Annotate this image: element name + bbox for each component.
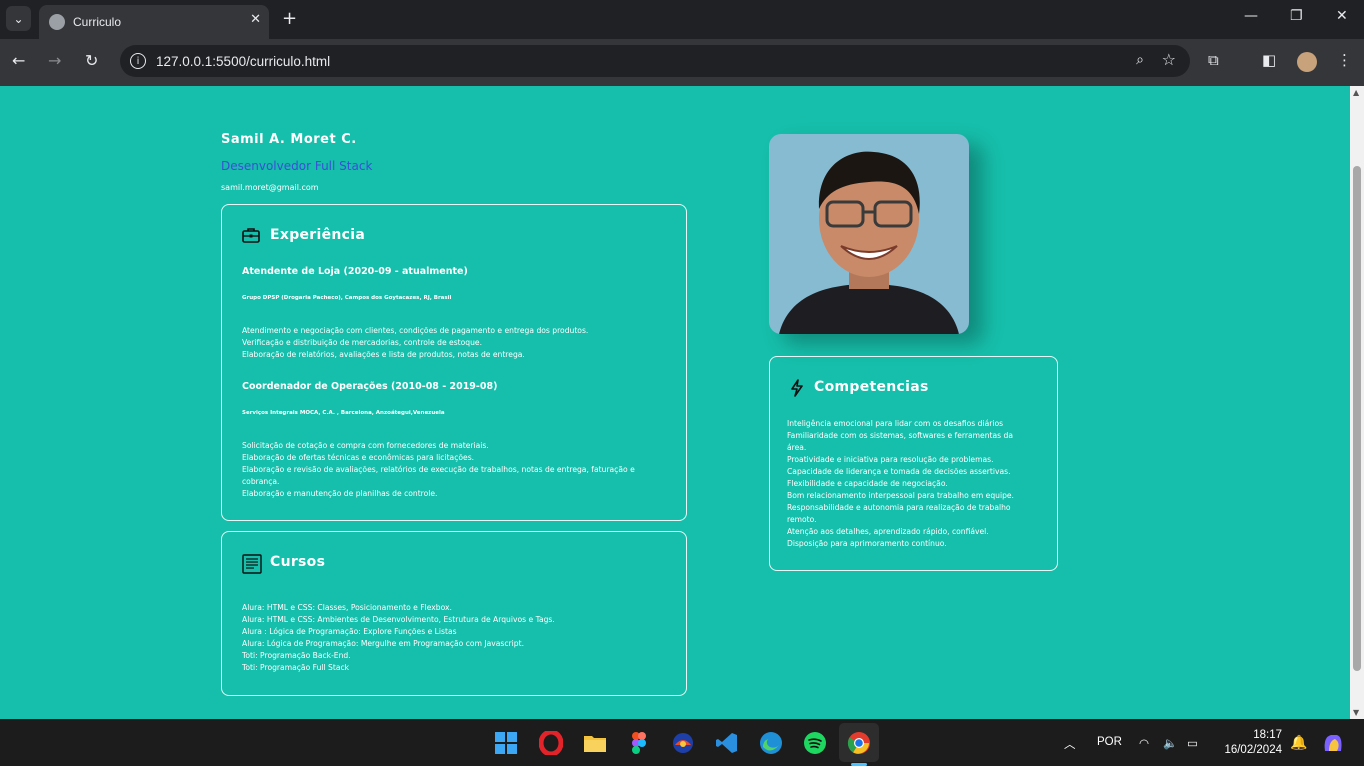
forward-button[interactable]: → (48, 51, 61, 70)
skill-item: área. (787, 443, 807, 452)
job-description: Atendimento e negociação com clientes, c… (242, 325, 588, 361)
course-item: Alura : Lógica de Programação: Explore F… (242, 627, 457, 636)
job-line: Elaboração de ofertas técnicas e econômi… (242, 453, 475, 462)
job-line: cobrança. (242, 477, 280, 486)
page-scrollbar[interactable]: ▲ ▼ (1350, 86, 1364, 719)
menu-kebab-icon[interactable]: ⋮ (1337, 51, 1352, 69)
spotify-icon[interactable] (803, 731, 827, 755)
copilot-icon[interactable] (1321, 731, 1345, 755)
skill-item: Inteligência emocional para lidar com os… (787, 419, 1004, 428)
tab-title: Curriculo (73, 15, 122, 29)
clock-time: 18:17 (1253, 729, 1282, 741)
course-item: Alura: HTML e CSS: Ambientes de Desenvol… (242, 615, 555, 624)
job-line: Elaboração e revisão de avaliações, rela… (242, 465, 635, 474)
courses-card: Cursos Alura: HTML e CSS: Classes, Posic… (221, 531, 687, 696)
job-title: Atendente de Loja (2020-09 - atualmente) (242, 266, 468, 277)
job-company: Grupo DPSP (Drogaria Pacheco), Campos do… (242, 295, 452, 301)
skill-item: Capacidade de liderança e tomada de deci… (787, 467, 1011, 476)
skills-heading: Competencias (814, 379, 929, 395)
job-line: Elaboração de relatórios, avaliações e l… (242, 350, 525, 359)
profile-role: Desenvolvedor Full Stack (221, 159, 373, 173)
wifi-icon[interactable]: ◠ (1139, 736, 1149, 750)
close-tab-icon[interactable]: ✕ (250, 12, 261, 27)
job-description: Solicitação de cotação e compra com forn… (242, 440, 635, 500)
profile-name: Samil A. Moret C. (221, 132, 357, 147)
restore-button[interactable]: ❐ (1290, 8, 1303, 24)
app-icon[interactable] (671, 731, 695, 755)
edge-icon[interactable] (759, 731, 783, 755)
tab-search-button[interactable]: ⌄ (6, 6, 31, 31)
lightning-icon (791, 379, 803, 397)
notification-bell-icon[interactable]: 🔔 (1290, 734, 1307, 751)
scrollbar-thumb[interactable] (1353, 166, 1361, 671)
back-button[interactable]: ← (12, 51, 25, 70)
profile-photo (769, 134, 969, 334)
profile-avatar[interactable] (1297, 52, 1317, 72)
course-item: Toti: Programação Full Stack (242, 663, 350, 672)
battery-icon[interactable]: ▭ (1187, 736, 1198, 750)
figma-icon[interactable] (627, 731, 651, 755)
skill-item: remoto. (787, 515, 817, 524)
courses-list: Alura: HTML e CSS: Classes, Posicionamen… (242, 602, 555, 674)
chevron-up-icon[interactable]: ︿ (1064, 736, 1076, 752)
skill-item: Atenção aos detalhes, aprendizado rápido… (787, 527, 989, 536)
skills-list: Inteligência emocional para lidar com os… (787, 418, 1014, 550)
scroll-down-icon[interactable]: ▼ (1353, 708, 1359, 717)
course-item: Toti: Programação Back-End. (242, 651, 351, 660)
briefcase-icon (242, 228, 260, 243)
certificate-icon (242, 554, 262, 574)
windows-taskbar: ︿ POR ◠ 🔈 ▭ 18:17 16/02/2024 🔔 (0, 719, 1364, 766)
skill-item: Bom relacionamento interpessoal para tra… (787, 491, 1014, 500)
profile-email: samil.moret@gmail.com (221, 183, 319, 192)
course-item: Alura: HTML e CSS: Classes, Posicionamen… (242, 603, 452, 612)
job-company: Serviços Integrais MOCA, C.A. , Barcelon… (242, 410, 445, 416)
zoom-icon[interactable]: ⌕ (1136, 52, 1144, 68)
windows-start-icon[interactable] (494, 731, 518, 755)
tab-curriculo[interactable]: Curriculo ✕ (39, 5, 269, 39)
new-tab-button[interactable]: + (282, 8, 297, 29)
extensions-icon[interactable]: ⧉ (1208, 51, 1219, 69)
chrome-icon[interactable] (847, 731, 871, 755)
clock-date: 16/02/2024 (1224, 744, 1282, 756)
course-item: Alura: Lógica de Programação: Mergulhe e… (242, 639, 524, 648)
skills-card: Competencias Inteligência emocional para… (769, 356, 1058, 571)
volume-icon[interactable]: 🔈 (1163, 736, 1177, 750)
file-explorer-icon[interactable] (583, 731, 607, 755)
skill-item: Familiaridade com os sistemas, softwares… (787, 431, 1014, 440)
opera-icon[interactable] (539, 731, 563, 755)
bookmark-star-icon[interactable]: ☆ (1162, 50, 1176, 69)
scroll-up-icon[interactable]: ▲ (1353, 88, 1359, 97)
job-line: Atendimento e negociação com clientes, c… (242, 326, 589, 335)
vscode-icon[interactable] (715, 731, 739, 755)
address-bar[interactable]: i 127.0.0.1:5500/curriculo.html ⌕ ☆ (120, 45, 1190, 77)
portrait-image (779, 151, 959, 334)
courses-heading: Cursos (270, 554, 326, 570)
page-viewport: Samil A. Moret C. Desenvolvedor Full Sta… (0, 86, 1350, 719)
side-panel-icon[interactable]: ◧ (1262, 51, 1276, 69)
skill-item: Responsabilidade e autonomia para realiz… (787, 503, 1011, 512)
experience-heading: Experiência (270, 227, 366, 243)
skill-item: Proatividade e iniciativa para resolução… (787, 455, 994, 464)
system-clock[interactable]: 18:17 16/02/2024 (1218, 728, 1282, 758)
minimize-button[interactable]: — (1244, 8, 1258, 24)
job-line: Elaboração e manutenção de planilhas de … (242, 489, 438, 498)
experience-card: Experiência Atendente de Loja (2020-09 -… (221, 204, 687, 521)
close-window-button[interactable]: ✕ (1336, 8, 1348, 24)
browser-tab-bar: ⌄ Curriculo ✕ + — ❐ ✕ (0, 0, 1364, 39)
reload-button[interactable]: ↻ (85, 51, 98, 70)
language-indicator[interactable]: POR (1097, 736, 1122, 748)
job-line: Solicitação de cotação e compra com forn… (242, 441, 489, 450)
skill-item: Flexibilidade e capacidade de negociação… (787, 479, 948, 488)
job-title: Coordenador de Operações (2010-08 - 2019… (242, 381, 498, 392)
url-text[interactable]: 127.0.0.1:5500/curriculo.html (156, 54, 330, 69)
site-info-icon[interactable]: i (130, 53, 146, 69)
globe-icon (49, 14, 65, 30)
skill-item: Disposição para aprimoramento contínuo. (787, 539, 947, 548)
browser-toolbar: ← → ↻ i 127.0.0.1:5500/curriculo.html ⌕ … (0, 39, 1364, 86)
job-line: Verificação e distribuição de mercadoria… (242, 338, 482, 347)
